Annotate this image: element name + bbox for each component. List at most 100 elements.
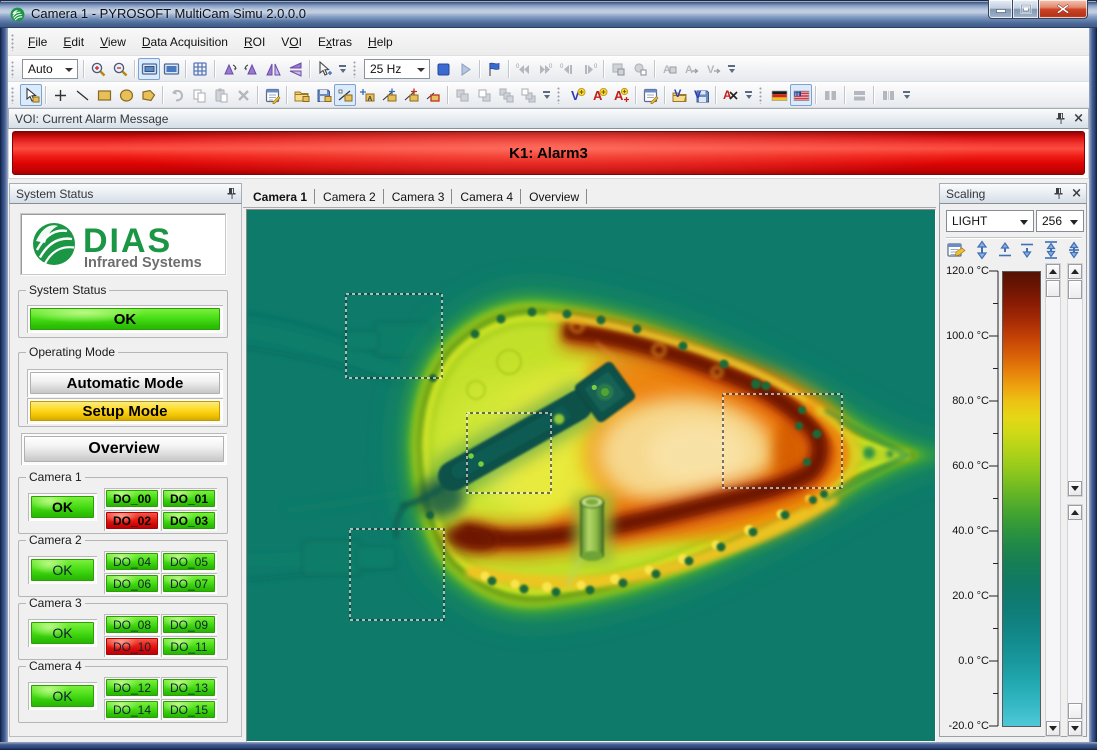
language-german-button[interactable]: [768, 84, 790, 106]
mirror-horizontal-button[interactable]: [262, 58, 284, 80]
framerate-combo[interactable]: 25 Hz: [364, 59, 430, 79]
system-status-pin-icon[interactable]: [227, 187, 237, 200]
roi-save-button[interactable]: [312, 84, 334, 106]
full-range-button[interactable]: [972, 240, 994, 262]
menu-voi[interactable]: VOI: [273, 31, 310, 53]
roi-add-alarm-button[interactable]: [400, 84, 422, 106]
menu-edit[interactable]: Edit: [55, 31, 92, 53]
minimize-button[interactable]: [988, 0, 1013, 19]
voi-pin-icon[interactable]: [1056, 112, 1066, 125]
rotate-left-button[interactable]: [218, 58, 240, 80]
camera-3-status-button[interactable]: OK: [31, 622, 94, 644]
auto-range-button[interactable]: [1064, 240, 1086, 262]
thermal-image[interactable]: [247, 210, 935, 741]
do_00-button[interactable]: DO_00: [106, 490, 158, 507]
scale-scrollbar-max[interactable]: [1067, 263, 1083, 497]
tab-camera-4[interactable]: Camera 4: [452, 187, 520, 207]
tab-overview[interactable]: Overview: [521, 187, 586, 207]
roi-toolbar-grip[interactable]: [759, 86, 764, 104]
arrange-back-button[interactable]: [473, 84, 495, 106]
palette-combo[interactable]: LIGHT: [946, 210, 1034, 232]
camera-2-status-button[interactable]: OK: [31, 559, 94, 581]
menu-file[interactable]: File: [20, 31, 55, 53]
automatic-mode-button[interactable]: Automatic Mode: [30, 372, 220, 394]
scale-scrollbar-full[interactable]: [1045, 263, 1061, 737]
toolbar-overflow-button[interactable]: [742, 84, 755, 106]
roi-select-button[interactable]: [20, 84, 42, 106]
video-export-button[interactable]: V: [702, 58, 724, 80]
alarm-add-group-button[interactable]: A: [610, 84, 632, 106]
tab-camera-2[interactable]: Camera 2: [315, 187, 383, 207]
scrollbar-down-button[interactable]: [1046, 721, 1060, 736]
main-toolbar-grip[interactable]: [11, 60, 16, 78]
lower-limit-down-button[interactable]: [1017, 240, 1039, 262]
setup-mode-button[interactable]: Setup Mode: [30, 401, 220, 421]
max-up-button[interactable]: [1068, 264, 1082, 279]
roi-load-button[interactable]: [290, 84, 312, 106]
language-english-button[interactable]: [790, 84, 812, 106]
tab-camera-1[interactable]: Camera 1: [245, 187, 314, 207]
roi-toolbar-grip[interactable]: [11, 86, 16, 104]
do_03-button[interactable]: DO_03: [163, 512, 215, 529]
arrange-front-button[interactable]: [451, 84, 473, 106]
full-screen-button[interactable]: [160, 58, 182, 80]
do_13-button[interactable]: DO_13: [163, 679, 215, 696]
scaling-pin-icon[interactable]: [1054, 187, 1064, 200]
levels-combo[interactable]: 256: [1036, 210, 1084, 232]
snapshot-small-button[interactable]: [629, 58, 651, 80]
start-acquisition-button[interactable]: [454, 58, 476, 80]
roi-paste-button[interactable]: [210, 84, 232, 106]
roi-show-button[interactable]: [334, 84, 356, 106]
rotate-right-button[interactable]: [240, 58, 262, 80]
roi-show-labels-button[interactable]: A: [356, 84, 378, 106]
min-thumb[interactable]: [1068, 703, 1082, 719]
close-button[interactable]: [1039, 0, 1088, 19]
text-image-button[interactable]: A: [658, 58, 680, 80]
voi-properties-button[interactable]: [639, 84, 661, 106]
main-toolbar-grip[interactable]: [353, 60, 358, 78]
scrollbar-thumb[interactable]: [1046, 280, 1060, 297]
stop-acquisition-button[interactable]: [432, 58, 454, 80]
menubar-grip[interactable]: [11, 33, 16, 51]
seq-last-frame-button[interactable]: 0: [534, 58, 556, 80]
do_10-button[interactable]: DO_10: [106, 638, 158, 655]
seq-first-frame-button[interactable]: 0: [512, 58, 534, 80]
narrow-range-button[interactable]: [1041, 240, 1063, 262]
do_04-button[interactable]: DO_04: [106, 553, 158, 570]
scaling-properties-button[interactable]: [946, 240, 968, 262]
text-export-button[interactable]: A: [680, 58, 702, 80]
menu-help[interactable]: Help: [360, 31, 401, 53]
show-grid-button[interactable]: [189, 58, 211, 80]
roi-ellipse-button[interactable]: [115, 84, 137, 106]
layout-columns-button[interactable]: [819, 84, 841, 106]
system-ok-button[interactable]: OK: [30, 308, 220, 330]
roi-copy-button[interactable]: [188, 84, 210, 106]
set-marker-button[interactable]: [483, 58, 505, 80]
do_12-button[interactable]: DO_12: [106, 679, 158, 696]
toolbar-overflow-button[interactable]: [725, 58, 738, 80]
scrollbar-up-button[interactable]: [1046, 264, 1060, 279]
scale-scrollbar-min[interactable]: [1067, 504, 1083, 737]
color-scale-bar[interactable]: [1002, 271, 1041, 727]
max-down-button[interactable]: [1068, 481, 1082, 496]
toolbar-overflow-button[interactable]: [336, 58, 349, 80]
zoom-mode-combo[interactable]: Auto: [22, 59, 78, 79]
layout-split-button[interactable]: [877, 84, 899, 106]
roi-remove-button[interactable]: [422, 84, 444, 106]
zoom-in-button[interactable]: [87, 58, 109, 80]
alarm-add-button[interactable]: A: [588, 84, 610, 106]
voi-load-button[interactable]: V: [668, 84, 690, 106]
voi-add-button[interactable]: V: [566, 84, 588, 106]
do_06-button[interactable]: DO_06: [106, 575, 158, 592]
camera-4-status-button[interactable]: OK: [31, 685, 94, 707]
roi-line-button[interactable]: [71, 84, 93, 106]
max-thumb[interactable]: [1068, 280, 1082, 299]
do_08-button[interactable]: DO_08: [106, 616, 158, 633]
scaling-close-icon[interactable]: ×: [1071, 187, 1082, 200]
menu-data-acquisition[interactable]: Data Acquisition: [134, 31, 236, 53]
toolbar-overflow-button[interactable]: [540, 84, 553, 106]
arrange-backward-button[interactable]: [517, 84, 539, 106]
roi-polygon-button[interactable]: [137, 84, 159, 106]
roi-undo-button[interactable]: [166, 84, 188, 106]
camera-1-status-button[interactable]: OK: [31, 496, 94, 518]
